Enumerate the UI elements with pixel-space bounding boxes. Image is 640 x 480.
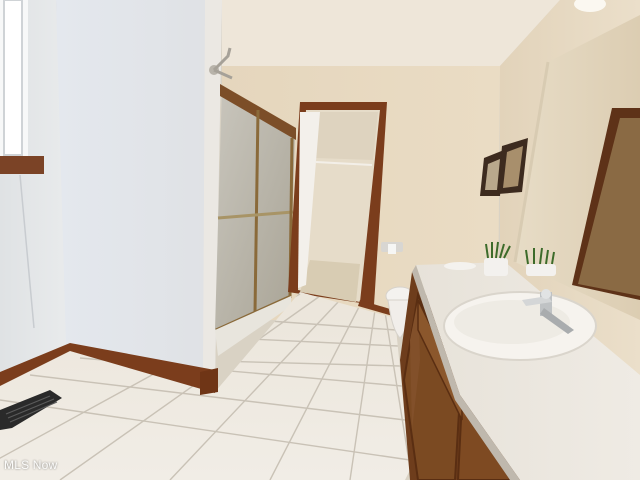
closet-doorway [288,102,387,305]
partition-wall [56,0,222,380]
sink [443,291,597,361]
bathroom-photo [0,0,640,480]
watermark: MLS Now [4,458,58,472]
soap-dish [444,262,476,270]
window-sill [0,156,44,174]
